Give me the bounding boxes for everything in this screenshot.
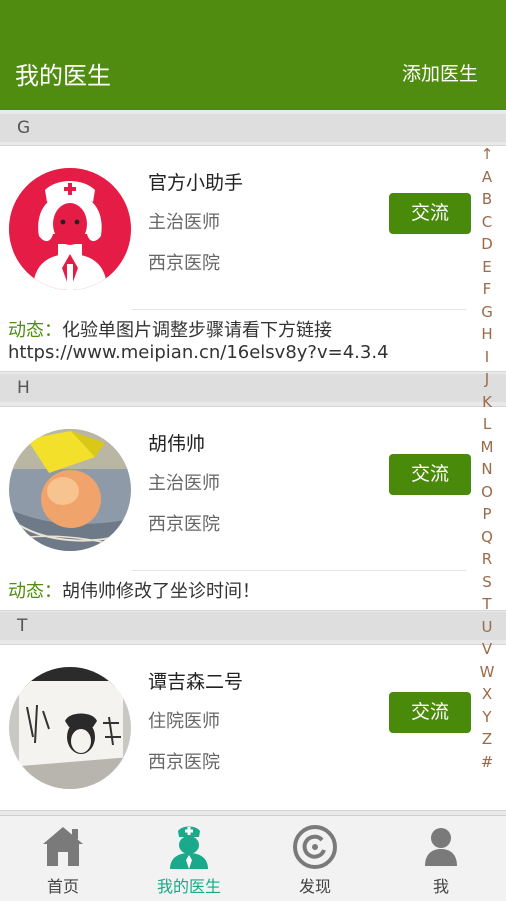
index-letter[interactable]: F <box>483 278 492 301</box>
chat-button[interactable]: 交流 <box>389 193 471 234</box>
cup-photo-avatar <box>9 667 131 789</box>
doctor-hospital: 西京医院 <box>148 253 220 274</box>
tab-label: 我 <box>432 877 449 896</box>
index-letter[interactable]: # <box>481 751 494 774</box>
index-letter[interactable]: S <box>482 571 492 594</box>
index-letter[interactable]: E <box>482 256 491 279</box>
tab-label: 发现 <box>298 877 331 896</box>
dynamic-text: 胡伟帅修改了坐诊时间！ <box>62 581 260 602</box>
index-letter[interactable]: G <box>481 301 493 324</box>
dynamic-text: 化验单图片调整步骤请看下方链接 <box>62 320 332 341</box>
index-letter[interactable]: N <box>481 458 492 481</box>
alphabet-index-bar[interactable]: ↑ A B C D E F G H I J K L M N O P Q R S … <box>474 143 500 773</box>
index-letter[interactable]: D <box>481 233 493 256</box>
index-letter[interactable]: P <box>482 503 491 526</box>
index-letter[interactable]: X <box>482 683 492 706</box>
discover-icon <box>293 825 337 869</box>
tab-me[interactable]: 我 <box>378 816 504 901</box>
doctor-title: 住院医师 <box>148 711 220 732</box>
dynamic-update: 动态：化验单图片调整步骤请看下方链接 https://www.meipian.c… <box>8 320 389 364</box>
tab-label: 我的医生 <box>156 877 221 896</box>
index-letter[interactable]: W <box>480 661 495 684</box>
doctor-name: 谭吉森二号 <box>148 671 244 693</box>
tab-home[interactable]: 首页 <box>0 816 126 901</box>
doctor-card[interactable]: 谭吉森二号 住院医师 西京医院 交流 <box>0 644 506 811</box>
doctor-card[interactable]: 胡伟帅 主治医师 西京医院 交流 动态：胡伟帅修改了坐诊时间！ <box>0 406 506 611</box>
doctor-name: 胡伟帅 <box>148 433 206 455</box>
section-letter: H <box>17 378 30 398</box>
divider <box>132 570 466 571</box>
user-icon <box>425 828 457 866</box>
tab-my-doctors[interactable]: 我的医生 <box>126 816 252 901</box>
index-letter[interactable]: M <box>481 436 494 459</box>
chat-button[interactable]: 交流 <box>389 454 471 495</box>
divider <box>132 309 466 310</box>
doctor-hospital: 西京医院 <box>148 514 220 535</box>
index-letter[interactable]: B <box>482 188 492 211</box>
section-letter: G <box>17 118 31 138</box>
index-letter[interactable]: K <box>482 391 492 414</box>
index-letter[interactable]: A <box>482 166 492 189</box>
doctor-card[interactable]: 官方小助手 主治医师 西京医院 交流 动态：化验单图片调整步骤请看下方链接 ht… <box>0 145 506 372</box>
peach-photo-avatar <box>9 429 131 551</box>
doctor-name: 官方小助手 <box>148 172 244 194</box>
section-letter: T <box>17 616 28 636</box>
dynamic-link[interactable]: https://www.meipian.cn/16elsv8y?v=4.3.4 <box>8 342 389 363</box>
index-letter[interactable]: V <box>482 638 492 661</box>
index-letter[interactable]: ↑ <box>481 143 494 166</box>
dynamic-update: 动态：胡伟帅修改了坐诊时间！ <box>8 581 260 603</box>
index-letter[interactable]: T <box>482 593 491 616</box>
index-letter[interactable]: I <box>485 346 489 369</box>
index-letter[interactable]: Y <box>482 706 491 729</box>
doctor-title: 主治医师 <box>148 212 220 233</box>
add-doctor-button[interactable]: 添加医生 <box>402 59 478 86</box>
section-header-t: T <box>0 612 506 640</box>
index-letter[interactable]: L <box>483 413 491 436</box>
nurse-avatar-icon <box>9 168 131 290</box>
index-letter[interactable]: R <box>482 548 492 571</box>
index-letter[interactable]: Q <box>481 526 493 549</box>
section-header-g: G <box>0 114 506 142</box>
tab-label: 首页 <box>46 877 79 896</box>
header-bar: 我的医生 添加医生 <box>0 0 506 110</box>
home-icon <box>43 827 83 866</box>
chat-button[interactable]: 交流 <box>389 692 471 733</box>
dynamic-label: 动态： <box>8 320 62 341</box>
doctor-icon <box>170 826 208 869</box>
dynamic-label: 动态： <box>8 581 62 602</box>
doctor-title: 主治医师 <box>148 473 220 494</box>
index-letter[interactable]: Z <box>482 728 492 751</box>
page-title: 我的医生 <box>15 62 111 90</box>
index-letter[interactable]: U <box>482 616 493 639</box>
doctor-hospital: 西京医院 <box>148 752 220 773</box>
index-letter[interactable]: C <box>482 211 492 234</box>
bottom-tab-bar: 首页 我的医生 发现 我 <box>0 815 506 901</box>
index-letter[interactable]: H <box>481 323 492 346</box>
section-header-h: H <box>0 374 506 402</box>
index-letter[interactable]: J <box>485 368 489 391</box>
tab-discover[interactable]: 发现 <box>252 816 378 901</box>
index-letter[interactable]: O <box>481 481 493 504</box>
